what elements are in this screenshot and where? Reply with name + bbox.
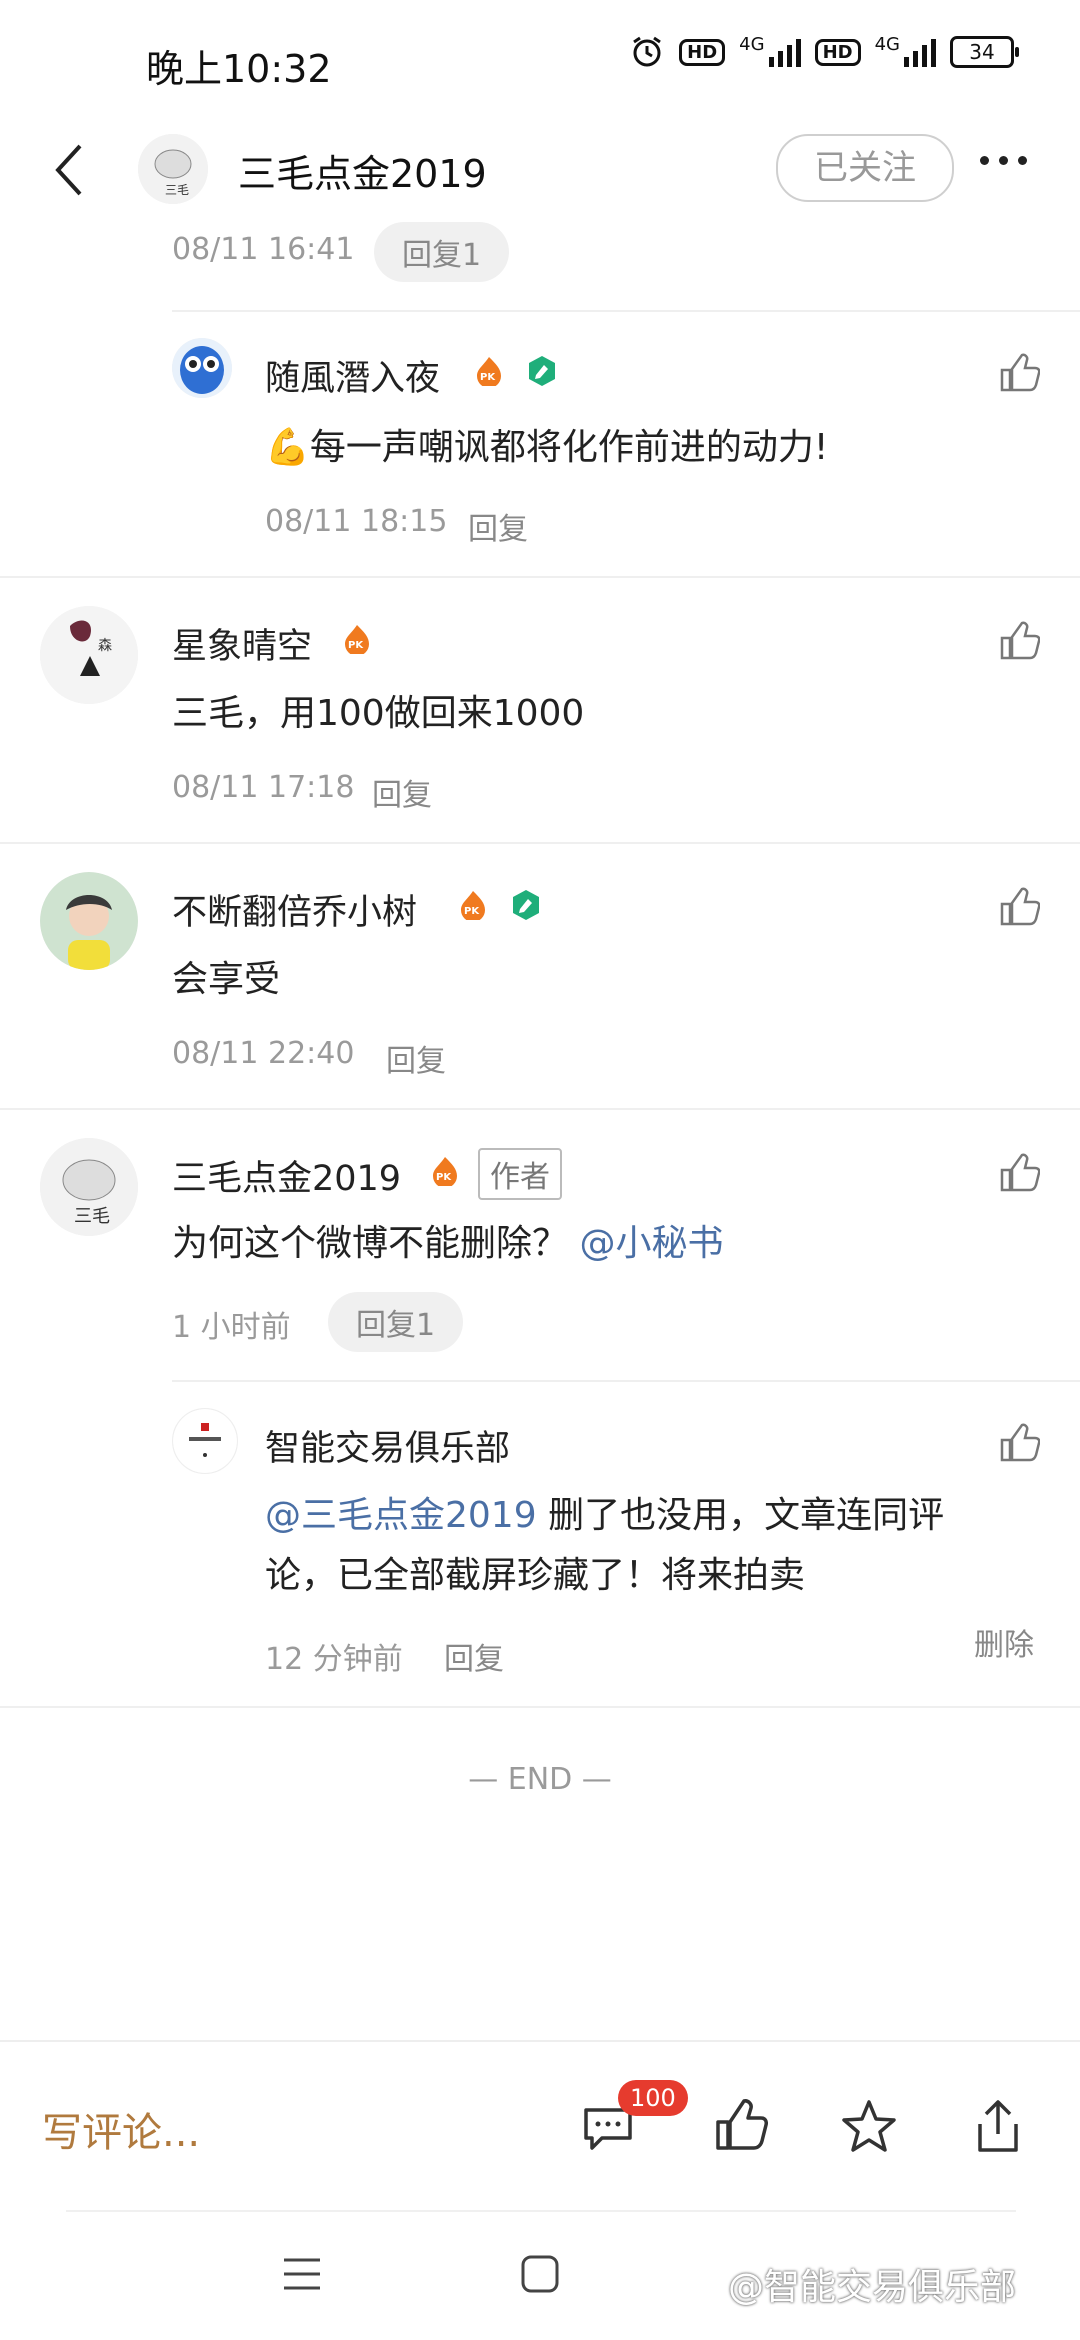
divider [172,1380,1080,1382]
mention-link[interactable]: @小秘书 [579,1223,723,1264]
delete-button[interactable]: 删除 [974,1620,1034,1664]
divider [0,576,1080,578]
comment-time: 08/11 18:15 [265,504,448,539]
avatar[interactable]: 森 [40,606,138,704]
comment-body: 每一声嘲讽都将化作前进的动力! [309,427,829,468]
reply-button[interactable]: 回复 [386,1036,446,1080]
back-icon[interactable] [48,140,88,200]
reply-button[interactable]: 回复1 [374,222,510,282]
avatar[interactable] [172,338,232,398]
svg-text:PK: PK [348,640,364,651]
comment-body: 为何这个微博不能删除？ [172,1223,569,1264]
comment-author[interactable]: 智能交易俱乐部 [265,1420,510,1471]
avatar[interactable] [172,1408,238,1474]
divider [0,842,1080,844]
comment-time: 12 分钟前 [265,1642,403,1677]
verified-badge-icon [513,890,539,920]
thumb-up-icon[interactable] [998,1422,1040,1464]
comment-count-badge: 100 [618,2080,688,2116]
thumb-up-icon[interactable] [712,2098,768,2154]
muscle-emoji: 💪 [265,427,310,468]
comment-author[interactable]: 不断翻倍乔小树 [172,884,417,935]
verified-badge-icon [529,356,555,386]
end-marker: — END — [468,1762,612,1797]
star-icon[interactable] [840,2098,898,2156]
signal-icon-2 [904,37,936,67]
comment-author[interactable]: 三毛点金2019 [172,1150,401,1201]
pk-badge-icon: PK [477,357,501,386]
comment-body-line1: 删了也没用，文章连同评 [536,1495,945,1536]
comment-text: 为何这个微博不能删除？ @小秘书 [172,1214,723,1274]
status-icons: HD 4G HD 4G 34 [629,34,1019,70]
comment-time: 08/11 22:40 [172,1036,355,1071]
comment-text: 三毛，用100做回来1000 [172,693,585,734]
watermark: @智能交易俱乐部 [728,2267,1017,2308]
alarm-icon [633,36,661,67]
page-title: 三毛点金2019 [238,152,487,196]
follow-button[interactable]: 已关注 [776,134,954,202]
hd-badge-2: HD [814,38,861,66]
thumb-up-icon[interactable] [998,620,1040,662]
write-comment-input[interactable]: 写评论... [42,2100,200,2158]
svg-text:PK: PK [436,1172,452,1183]
pk-badge-icon: PK [433,1157,457,1186]
mention-link[interactable]: @三毛点金2019 [265,1495,537,1536]
svg-text:PK: PK [480,372,496,383]
more-icon[interactable] [980,150,1040,180]
signal-icon [768,37,801,67]
menu-icon[interactable] [282,2256,322,2292]
pk-badge-icon: PK [345,625,369,654]
network-label-2: 4G [874,34,900,55]
comment-author[interactable]: 随風潛入夜 [265,350,440,401]
comment-time: 08/11 17:18 [172,770,355,805]
svg-text:三毛: 三毛 [165,183,189,197]
divider [0,1108,1080,1110]
avatar[interactable] [40,872,138,970]
author-tag: 作者 [478,1148,562,1200]
svg-text:森: 森 [98,638,112,654]
status-time: 晚上10:32 [146,47,332,91]
divider [172,310,1080,312]
network-label: 4G [739,34,765,55]
comment-text: 💪每一声嘲讽都将化作前进的动力! [265,418,828,478]
reply-button[interactable]: 回复 [444,1634,504,1678]
battery-icon: 34 [950,36,1019,68]
reply-button[interactable]: 回复 [468,504,528,548]
share-icon[interactable] [970,2096,1026,2156]
nav-divider [66,2210,1016,2212]
comment-text: @三毛点金2019 删了也没用，文章连同评 论，已全部截屏珍藏了！将来拍卖 [265,1486,1005,1606]
pk-badge-icon: PK [461,891,485,920]
thumb-up-icon[interactable] [998,352,1040,394]
comment-author[interactable]: 星象晴空 [172,618,312,669]
avatar[interactable]: 三毛 [40,1138,138,1236]
comment-text: 会享受 [172,959,281,1000]
hd-badge: HD [679,38,726,66]
svg-text:PK: PK [464,906,480,917]
reply-button[interactable]: 回复 [372,770,432,814]
header-avatar[interactable]: 三毛 [138,134,208,204]
home-icon[interactable] [520,2254,560,2294]
reply-button[interactable]: 回复1 [328,1292,464,1352]
thumb-up-icon[interactable] [998,1152,1040,1194]
comment-time: 1 小时前 [172,1310,291,1345]
comment-time: 08/11 16:41 [172,232,355,267]
thumb-up-icon[interactable] [998,886,1040,928]
divider [0,1706,1080,1708]
comment-body-line2: 论，已全部截屏珍藏了！将来拍卖 [265,1555,806,1596]
svg-text:三毛: 三毛 [74,1206,110,1227]
